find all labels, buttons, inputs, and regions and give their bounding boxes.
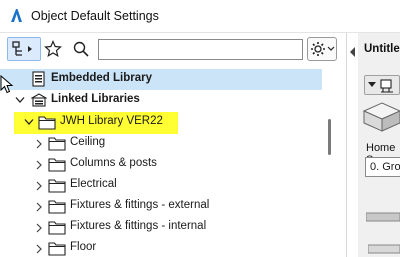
- tree-item-label: Linked Libraries: [51, 93, 140, 105]
- home-story-select[interactable]: 0. Gro: [365, 157, 400, 177]
- tree-item-label: Columns & posts: [70, 157, 157, 169]
- library-browser-panel: Embedded Library Linked Libraries JWH Li…: [0, 33, 346, 257]
- linked-library-icon: [31, 93, 47, 107]
- settings-preview-panel: Untitled Home S 0. Gro: [358, 33, 400, 257]
- scrollbar-thumb[interactable]: [328, 119, 331, 155]
- chevron-down-icon[interactable]: [15, 96, 25, 104]
- title-bar: Object Default Settings: [0, 0, 400, 33]
- chevron-down-icon[interactable]: [24, 118, 34, 126]
- favorites-button[interactable]: [42, 37, 64, 61]
- chevron-right-icon[interactable]: [35, 181, 43, 191]
- gear-icon: [311, 42, 335, 56]
- tree-item-folder[interactable]: Fixtures & fittings - internal: [0, 217, 322, 238]
- library-view-button[interactable]: [7, 37, 41, 61]
- tree-item-label: Electrical: [70, 178, 117, 190]
- star-icon: [44, 40, 62, 58]
- tree-item-label: Embedded Library: [51, 72, 152, 84]
- chevron-right-icon[interactable]: [35, 202, 43, 212]
- archicad-app-icon: [8, 7, 25, 24]
- chevron-right-icon[interactable]: [35, 223, 43, 233]
- tree-item-jwh-library[interactable]: JWH Library VER22: [0, 112, 322, 133]
- tree-item-folder[interactable]: Columns & posts: [0, 154, 322, 175]
- chevron-right-icon[interactable]: [35, 160, 43, 170]
- folder-icon: [48, 137, 66, 151]
- search-icon: [73, 41, 89, 57]
- search-button[interactable]: [70, 37, 92, 61]
- mouse-cursor-icon: [0, 75, 14, 94]
- tree-item-label: Fixtures & fittings - external: [70, 199, 210, 211]
- folder-icon: [48, 221, 66, 235]
- folder-icon: [48, 200, 66, 214]
- slab-preview-icon: [366, 212, 400, 222]
- folder-icon: [48, 158, 66, 172]
- tree-item-folder[interactable]: Floor: [0, 238, 322, 257]
- object-preview-icon: [362, 102, 400, 132]
- tree-item-label: Ceiling: [70, 136, 106, 148]
- embedded-library-icon: [32, 71, 45, 87]
- tree-item-label: Floor: [70, 241, 97, 253]
- tree-item-folder[interactable]: Ceiling: [0, 133, 322, 154]
- chevron-right-icon[interactable]: [35, 244, 43, 254]
- library-toolbar: [0, 33, 346, 65]
- tree-item-folder[interactable]: Fixtures & fittings - external: [0, 196, 322, 217]
- preview-mode-icon: [380, 79, 393, 93]
- folder-icon: [38, 116, 56, 130]
- panel-divider[interactable]: [346, 33, 347, 257]
- layer-preview-icon: [368, 244, 400, 254]
- tree-scrollbar[interactable]: [325, 69, 333, 257]
- collapse-panel-icon[interactable]: [349, 46, 357, 58]
- view-mode-dropdown[interactable]: [364, 75, 400, 95]
- tree-item-embedded-library[interactable]: Embedded Library: [0, 69, 322, 90]
- folder-icon: [48, 242, 66, 256]
- object-name-title: Untitled: [364, 43, 400, 55]
- chevron-right-icon[interactable]: [35, 139, 43, 149]
- tree-item-folder[interactable]: Electrical: [0, 175, 322, 196]
- tree-item-linked-libraries[interactable]: Linked Libraries: [0, 90, 322, 111]
- search-input[interactable]: [98, 39, 303, 60]
- tree-item-label: Fixtures & fittings - internal: [70, 220, 207, 232]
- library-tree: Embedded Library Linked Libraries JWH Li…: [0, 69, 324, 257]
- folder-icon: [48, 179, 66, 193]
- library-tree-icon: [12, 41, 32, 56]
- settings-menu-button[interactable]: [307, 37, 337, 61]
- window-title: Object Default Settings: [31, 9, 159, 23]
- tree-item-label: JWH Library VER22: [60, 115, 163, 127]
- caret-down-icon: [368, 82, 376, 87]
